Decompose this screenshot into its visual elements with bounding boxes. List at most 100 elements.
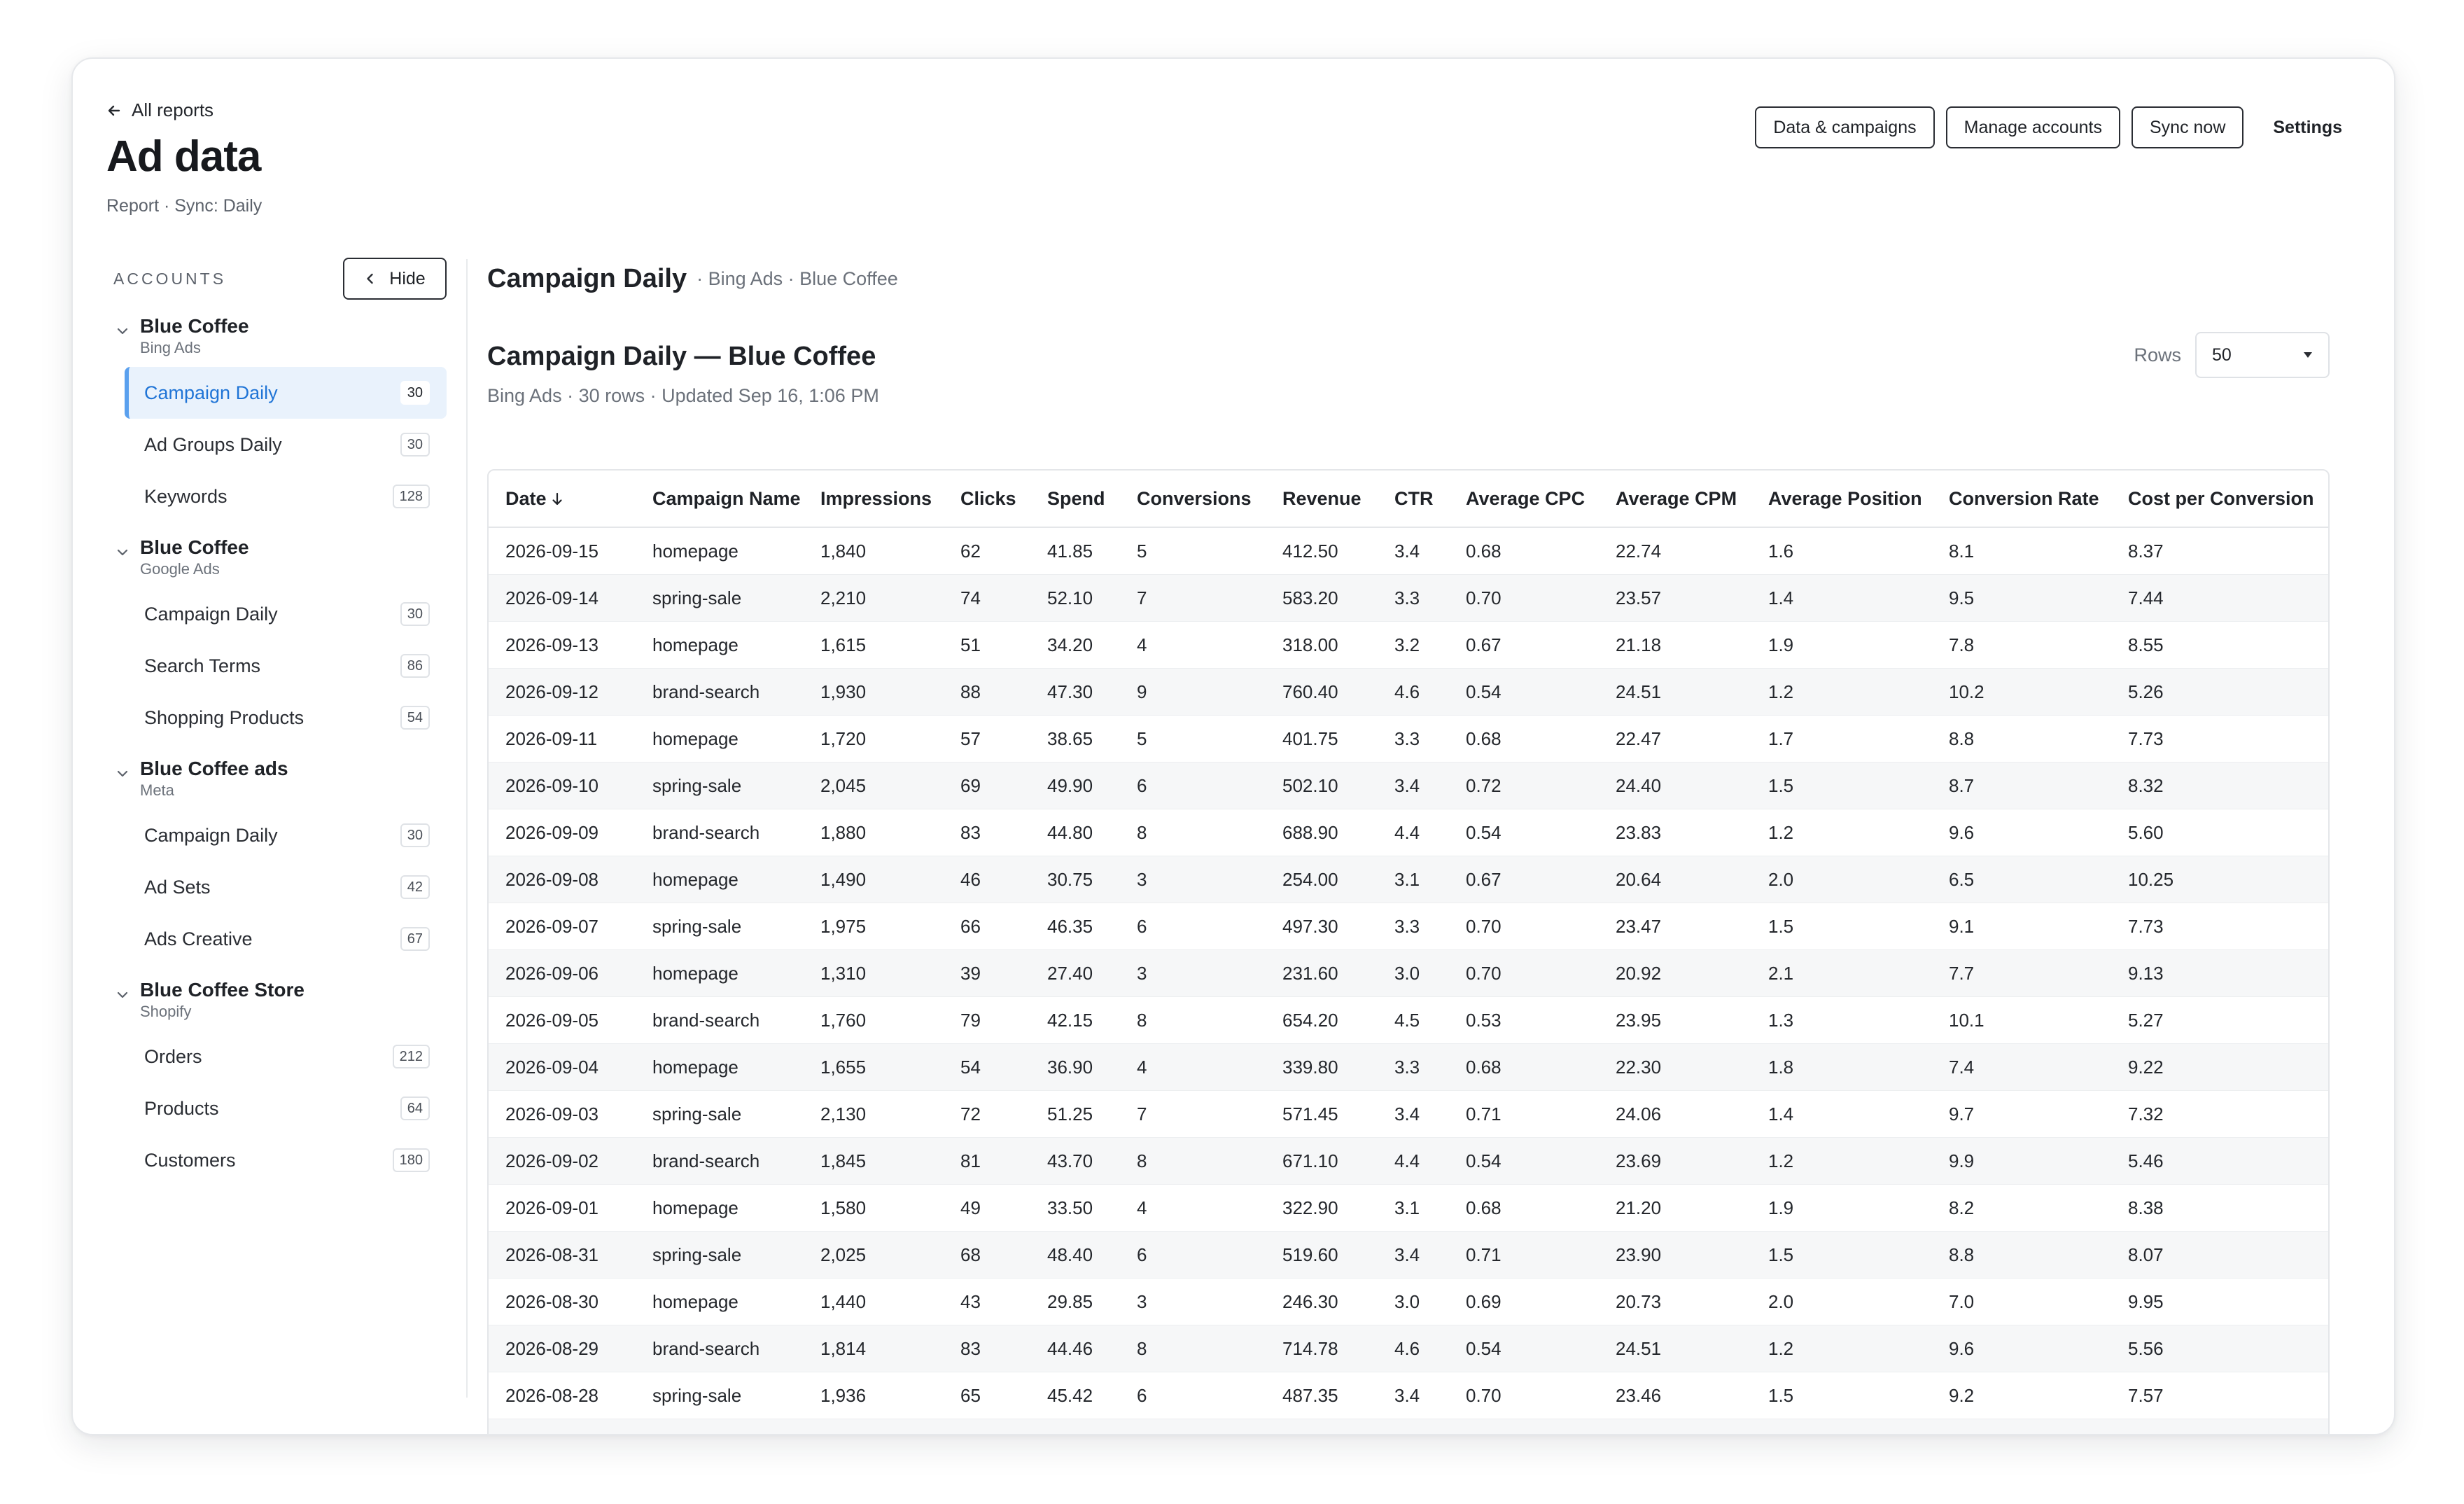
cell-average-cpc: 0.54: [1449, 809, 1599, 856]
cell-spend: 30.75: [1030, 856, 1120, 903]
data-campaigns-button[interactable]: Data & campaigns: [1755, 106, 1935, 148]
cell-average-position: 1.5: [1751, 903, 1932, 950]
table-row[interactable]: 2026-08-27brand-search1,8828344.578684.5…: [489, 1419, 2328, 1434]
column-header-conversions[interactable]: Conversions: [1120, 471, 1266, 528]
table-row[interactable]: 2026-09-15 homepage 1,840 62 41.85 5 412.50 3.4…: [489, 527, 2328, 575]
account-name: Blue Coffee ads: [140, 758, 288, 779]
table-row[interactable]: 2026-09-11 homepage 1,720 57 38.65 5 401.75 3.3…: [489, 715, 2328, 763]
cell-average-cpm: 23.69: [1599, 1137, 1751, 1185]
sidebar-item-campaign-daily[interactable]: Campaign Daily 30: [125, 367, 447, 419]
cell-conversions: 4: [1120, 621, 1266, 669]
column-header-spend[interactable]: Spend: [1030, 471, 1120, 528]
table-row[interactable]: 2026-09-01 homepage 1,580 49 33.50 4 322.90 3.1…: [489, 1184, 2328, 1232]
cell-average-cpm: 24.51: [1599, 1325, 1751, 1372]
table-row[interactable]: 2026-09-07 spring-sale 1,975 66 46.35 6 497.30…: [489, 903, 2328, 950]
cell-campaign-name: homepage: [636, 856, 804, 903]
cell-impressions: 1,440: [804, 1278, 944, 1325]
report-breadcrumb: Campaign Daily · Bing Ads · Blue Coffee: [487, 256, 2330, 301]
sidebar-item-customers[interactable]: Customers 180: [125, 1134, 447, 1186]
sidebar-item-ad-sets[interactable]: Ad Sets 42: [125, 861, 447, 913]
settings-button[interactable]: Settings: [2255, 106, 2360, 148]
table-row[interactable]: 2026-09-04 homepage 1,655 54 36.90 4 339.80 3.3…: [489, 1043, 2328, 1091]
account-group-toggle[interactable]: Blue Coffee Google Ads: [112, 535, 447, 588]
column-header-revenue[interactable]: Revenue: [1266, 471, 1378, 528]
table-row[interactable]: 2026-08-30 homepage 1,440 43 29.85 3 246.30 3.0…: [489, 1278, 2328, 1325]
all-reports-link[interactable]: All reports: [106, 99, 214, 121]
table-row[interactable]: 2026-09-05 brand-search 1,760 79 42.15 8 654.2…: [489, 996, 2328, 1044]
column-header-impressions[interactable]: Impressions: [804, 471, 944, 528]
cell-clicks: 51: [944, 621, 1030, 669]
sidebar-item-label: Ad Sets: [144, 876, 211, 898]
sidebar-item-search-terms[interactable]: Search Terms 86: [125, 640, 447, 692]
cell-conversion-rate: 7.4: [1932, 1043, 2111, 1091]
column-header-campaign-name[interactable]: Campaign Name: [636, 471, 804, 528]
cell-ctr: 4.6: [1378, 668, 1449, 716]
rows-per-page-select[interactable]: 50: [2195, 332, 2330, 378]
sidebar-item-keywords[interactable]: Keywords 128: [125, 471, 447, 522]
count-badge: 128: [392, 485, 430, 508]
table-row[interactable]: 2026-09-14 spring-sale 2,210 74 52.10 7 583.20…: [489, 574, 2328, 622]
table-row[interactable]: 2026-09-09 brand-search 1,880 83 44.80 8 688.9…: [489, 809, 2328, 856]
column-header-cost-per-conversion[interactable]: Cost per Conversion: [2111, 471, 2328, 528]
manage-accounts-button[interactable]: Manage accounts: [1945, 106, 2120, 148]
cell-impressions: 2,130: [804, 1090, 944, 1138]
cell-clicks: 72: [944, 1090, 1030, 1138]
cell-clicks: 43: [944, 1278, 1030, 1325]
sidebar-item-orders[interactable]: Orders 212: [125, 1031, 447, 1082]
sidebar-item-products[interactable]: Products 64: [125, 1082, 447, 1134]
cell-spend: 43.70: [1030, 1137, 1120, 1185]
cell-conversions: 5: [1120, 527, 1266, 575]
table-row[interactable]: 2026-09-06 homepage 1,310 39 27.40 3 231.60 3.0…: [489, 949, 2328, 997]
cell-conversions: 7: [1120, 1090, 1266, 1138]
table-row[interactable]: 2026-09-03 spring-sale 2,130 72 51.25 7 571.45…: [489, 1090, 2328, 1138]
sidebar-item-campaign-daily[interactable]: Campaign Daily 30: [125, 809, 447, 861]
cell-ctr: 3.4: [1378, 762, 1449, 809]
table-row[interactable]: 2026-09-13 homepage 1,615 51 34.20 4 318.00 3.2…: [489, 621, 2328, 669]
account-group-toggle[interactable]: Blue Coffee Bing Ads: [112, 314, 447, 367]
table-row[interactable]: 2026-08-28 spring-sale 1,936 65 45.42 6 487.35…: [489, 1372, 2328, 1419]
sync-now-button[interactable]: Sync now: [2131, 106, 2244, 148]
table-row[interactable]: 2026-08-29 brand-search 1,814 83 44.46 8 714.7…: [489, 1325, 2328, 1372]
cell-average-cpm: 23.46: [1599, 1372, 1751, 1419]
breadcrumb-title: Campaign Daily: [487, 263, 687, 293]
hide-sidebar-button[interactable]: Hide: [343, 258, 447, 300]
count-badge: 67: [400, 927, 430, 951]
count-badge: 30: [400, 433, 430, 457]
cell-average-position: 1.3: [1751, 996, 1932, 1044]
sidebar-item-ads-creative[interactable]: Ads Creative 67: [125, 913, 447, 965]
sidebar-item-campaign-daily[interactable]: Campaign Daily 30: [125, 588, 447, 640]
column-header-clicks[interactable]: Clicks: [944, 471, 1030, 528]
cell-average-position: 1.2: [1751, 1419, 1932, 1434]
cell-conversions: 6: [1120, 1372, 1266, 1419]
cell-cost-per-conversion: 7.57: [2111, 1372, 2328, 1419]
account-group-toggle[interactable]: Blue Coffee ads Meta: [112, 756, 447, 809]
cell-average-cpc: 0.54: [1449, 1137, 1599, 1185]
cell-revenue: 231.60: [1266, 949, 1378, 997]
sidebar-item-ad-groups-daily[interactable]: Ad Groups Daily 30: [125, 419, 447, 471]
account-group-toggle[interactable]: Blue Coffee Store Shopify: [112, 977, 447, 1031]
column-header-ctr[interactable]: CTR: [1378, 471, 1449, 528]
column-header-average-cpc[interactable]: Average CPC: [1449, 471, 1599, 528]
column-header-label: Average Position: [1768, 487, 1922, 509]
table-row[interactable]: 2026-08-31 spring-sale 2,025 68 48.40 6 519.60…: [489, 1231, 2328, 1279]
cell-campaign-name: homepage: [636, 949, 804, 997]
column-header-average-cpm[interactable]: Average CPM: [1599, 471, 1751, 528]
table-row[interactable]: 2026-09-02 brand-search 1,845 81 43.70 8 671.1…: [489, 1137, 2328, 1185]
column-header-date[interactable]: Date: [489, 471, 636, 528]
cell-average-cpm: 23.47: [1599, 903, 1751, 950]
cell-average-cpm: 24.06: [1599, 1090, 1751, 1138]
cell-average-cpm: 23.90: [1599, 1231, 1751, 1279]
rows-control: Rows 50: [2134, 332, 2330, 378]
arrow-left-icon: [108, 105, 120, 116]
chevron-down-icon: [117, 328, 128, 335]
column-header-average-position[interactable]: Average Position: [1751, 471, 1932, 528]
table-row[interactable]: 2026-09-12 brand-search 1,930 88 47.30 9 760.4…: [489, 668, 2328, 716]
cell-cost-per-conversion: 8.32: [2111, 762, 2328, 809]
column-header-conversion-rate[interactable]: Conversion Rate: [1932, 471, 2111, 528]
table-row[interactable]: 2026-09-08 homepage 1,490 46 30.75 3 254.00 3.1…: [489, 856, 2328, 903]
sidebar-item-shopping-products[interactable]: Shopping Products 54: [125, 692, 447, 744]
cell-date: 2026-09-02: [489, 1137, 636, 1185]
cell-average-cpm: 22.74: [1599, 527, 1751, 575]
sidebar-item-label: Products: [144, 1097, 219, 1119]
table-row[interactable]: 2026-09-10 spring-sale 2,045 69 49.90 6 502.10…: [489, 762, 2328, 809]
